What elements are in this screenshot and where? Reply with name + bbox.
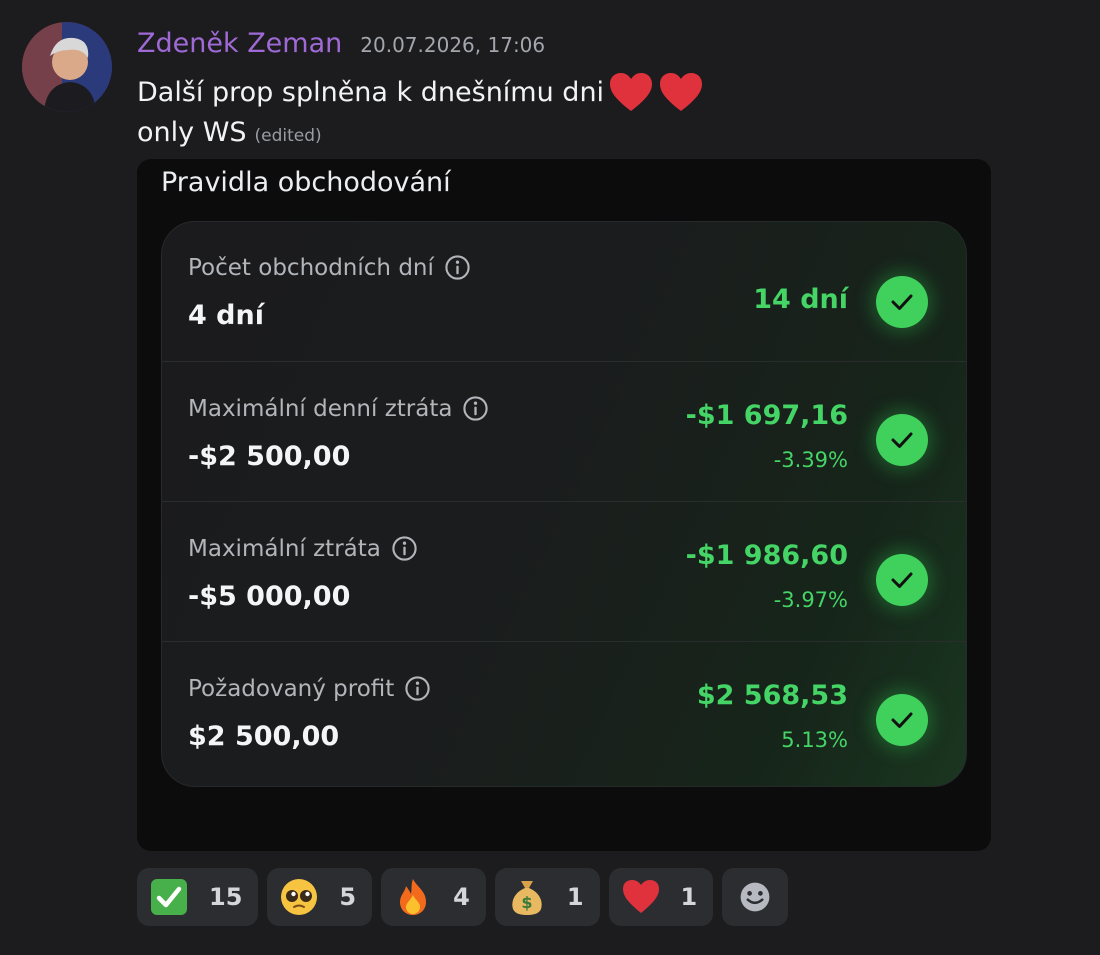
info-icon[interactable] bbox=[444, 254, 471, 281]
rule-percent: 5.13% bbox=[781, 728, 848, 752]
reaction-pleading-face[interactable]: 5 bbox=[267, 868, 373, 926]
info-icon[interactable] bbox=[391, 535, 418, 562]
author-name[interactable]: Zdeněk Zeman bbox=[137, 28, 342, 59]
rule-row: Maximální denní ztráta -$2 500,00 -$1 69… bbox=[162, 362, 966, 502]
reaction-count: 4 bbox=[453, 883, 470, 911]
check-circle-icon bbox=[876, 554, 928, 606]
reaction-count: 1 bbox=[566, 883, 584, 911]
check-circle-icon bbox=[876, 414, 928, 466]
check-circle-icon bbox=[876, 276, 928, 328]
message-header: Zdeněk Zeman 20.07.2026, 17:06 bbox=[137, 28, 545, 66]
rule-current-value: $2 568,53 bbox=[696, 680, 848, 711]
edited-indicator: (edited) bbox=[254, 126, 322, 146]
money-bag-icon: $ bbox=[512, 881, 542, 915]
info-icon[interactable] bbox=[404, 675, 431, 702]
rule-current-value: 14 dní bbox=[753, 284, 848, 315]
rule-label: Maximální denní ztráta bbox=[188, 395, 453, 422]
avatar[interactable] bbox=[22, 22, 112, 112]
rule-label-wrap: Požadovaný profit bbox=[188, 675, 431, 702]
reaction-fire[interactable]: 4 bbox=[381, 868, 486, 926]
rule-row: Počet obchodních dní 4 dní 14 dní bbox=[162, 222, 966, 362]
check-circle-icon bbox=[876, 694, 928, 746]
rule-label: Počet obchodních dní bbox=[188, 254, 434, 281]
rule-percent: -3.97% bbox=[773, 588, 848, 612]
reactions-bar: 15 5 4 $ 1 1 bbox=[137, 868, 797, 926]
chat-message: Zdeněk Zeman 20.07.2026, 17:06 Další pro… bbox=[0, 0, 1100, 955]
message-text: Další prop splněna k dnešnímu dni bbox=[137, 76, 605, 108]
reaction-count: 15 bbox=[209, 883, 243, 911]
rule-percent: -3.39% bbox=[773, 448, 848, 472]
red-heart-icon bbox=[660, 73, 703, 111]
fire-icon bbox=[400, 879, 427, 915]
image-attachment[interactable]: Pravidla obchodování Počet obchodních dn… bbox=[137, 159, 991, 851]
rule-limit: 4 dní bbox=[188, 300, 264, 331]
rule-label-wrap: Maximální denní ztráta bbox=[188, 395, 489, 422]
attachment-title: Pravidla obchodování bbox=[161, 167, 451, 198]
reaction-red-heart[interactable]: 1 bbox=[608, 868, 714, 926]
add-reaction-button[interactable] bbox=[722, 868, 789, 926]
rule-label: Maximální ztráta bbox=[188, 535, 381, 562]
reaction-white-check-mark[interactable]: 15 bbox=[137, 868, 259, 926]
white-check-mark-icon bbox=[151, 879, 187, 915]
inline-emojis bbox=[608, 71, 708, 113]
rule-label-wrap: Maximální ztráta bbox=[188, 535, 418, 562]
reaction-count: 1 bbox=[680, 883, 698, 911]
message-text-line: Další prop splněna k dnešnímu dni bbox=[137, 70, 708, 114]
message-text: only WS bbox=[137, 117, 247, 148]
trading-rules-card: Počet obchodních dní 4 dní 14 dní Maximá… bbox=[161, 221, 967, 787]
smiley-add-icon bbox=[740, 882, 770, 912]
rule-current-value: -$1 986,60 bbox=[685, 540, 848, 571]
rule-row: Požadovaný profit $2 500,00 $2 568,53 5.… bbox=[162, 642, 966, 782]
pleading-face-icon bbox=[281, 879, 318, 915]
svg-text:$: $ bbox=[521, 893, 532, 912]
rule-limit: -$5 000,00 bbox=[188, 581, 351, 612]
rule-current-value: -$1 697,16 bbox=[685, 400, 848, 431]
rule-label: Požadovaný profit bbox=[188, 675, 395, 702]
reaction-money-bag[interactable]: $ 1 bbox=[494, 868, 600, 926]
rule-label-wrap: Počet obchodních dní bbox=[188, 254, 471, 281]
rule-limit: $2 500,00 bbox=[188, 721, 340, 752]
reaction-count: 5 bbox=[339, 883, 357, 911]
info-icon[interactable] bbox=[462, 395, 489, 422]
red-heart-icon bbox=[610, 73, 653, 111]
message-timestamp: 20.07.2026, 17:06 bbox=[360, 33, 546, 57]
red-heart-icon bbox=[622, 880, 659, 913]
rule-limit: -$2 500,00 bbox=[188, 441, 351, 472]
rule-row: Maximální ztráta -$5 000,00 -$1 986,60 -… bbox=[162, 502, 966, 642]
message-text-line: only WS (edited) bbox=[137, 117, 322, 155]
